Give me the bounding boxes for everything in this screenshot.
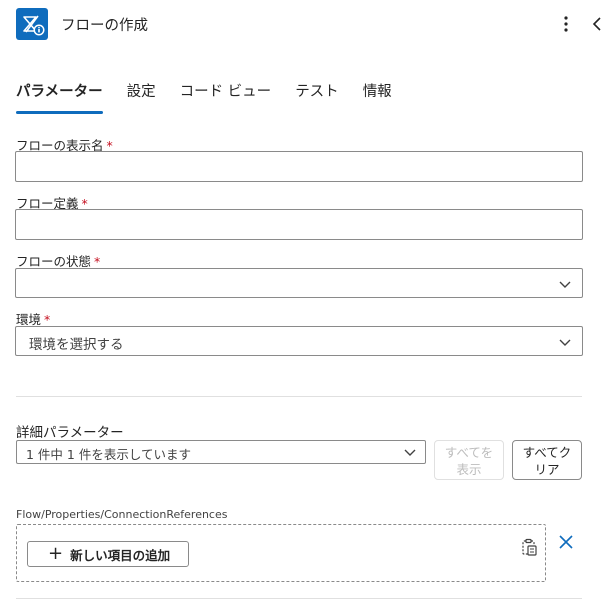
required-marker: * xyxy=(44,312,51,327)
chevron-left-icon xyxy=(592,17,601,31)
more-vertical-icon xyxy=(564,16,568,32)
required-marker: * xyxy=(94,254,101,269)
clear-all-button[interactable]: すべてク リア xyxy=(512,440,582,480)
paste-icon[interactable] xyxy=(519,537,539,557)
add-new-item-button[interactable]: + 新しい項目の追加 xyxy=(27,541,189,567)
chevron-down-icon xyxy=(559,339,571,346)
power-automate-flow-icon xyxy=(16,8,48,40)
tab-test[interactable]: テスト xyxy=(295,78,339,114)
page-title: フローの作成 xyxy=(61,18,148,34)
connection-references-label: Flow/Properties/ConnectionReferences xyxy=(16,508,228,521)
panel-header: フローの作成 xyxy=(0,0,606,48)
advanced-params-dropdown[interactable]: 1 件中 1 件を表示しています xyxy=(16,440,426,464)
environment-value: 環境を選択する xyxy=(29,337,124,353)
state-dropdown[interactable] xyxy=(15,268,583,298)
advanced-params-label: 詳細パラメーター xyxy=(16,425,124,441)
chevron-down-icon xyxy=(404,449,416,456)
show-all-button[interactable]: すべてを 表示 xyxy=(434,440,504,480)
bottom-divider xyxy=(16,598,582,599)
tab-code-view[interactable]: コード ビュー xyxy=(180,78,272,114)
chevron-down-icon xyxy=(559,281,571,288)
tab-parameters[interactable]: パラメーター xyxy=(16,78,103,114)
section-divider xyxy=(16,396,582,397)
advanced-params-value: 1 件中 1 件を表示しています xyxy=(26,447,191,462)
more-options-button[interactable] xyxy=(556,12,576,36)
environment-dropdown[interactable]: 環境を選択する xyxy=(15,326,583,356)
definition-input[interactable] xyxy=(15,209,583,240)
close-icon[interactable] xyxy=(556,532,576,552)
tab-info[interactable]: 情報 xyxy=(363,78,392,114)
collapse-panel-button[interactable] xyxy=(588,12,606,36)
tab-settings[interactable]: 設定 xyxy=(127,78,156,114)
connection-references-array: + 新しい項目の追加 xyxy=(16,524,546,582)
display-name-input[interactable] xyxy=(15,151,583,182)
plus-icon: + xyxy=(48,543,64,564)
tab-bar: パラメーター 設定 コード ビュー テスト 情報 xyxy=(16,78,416,114)
